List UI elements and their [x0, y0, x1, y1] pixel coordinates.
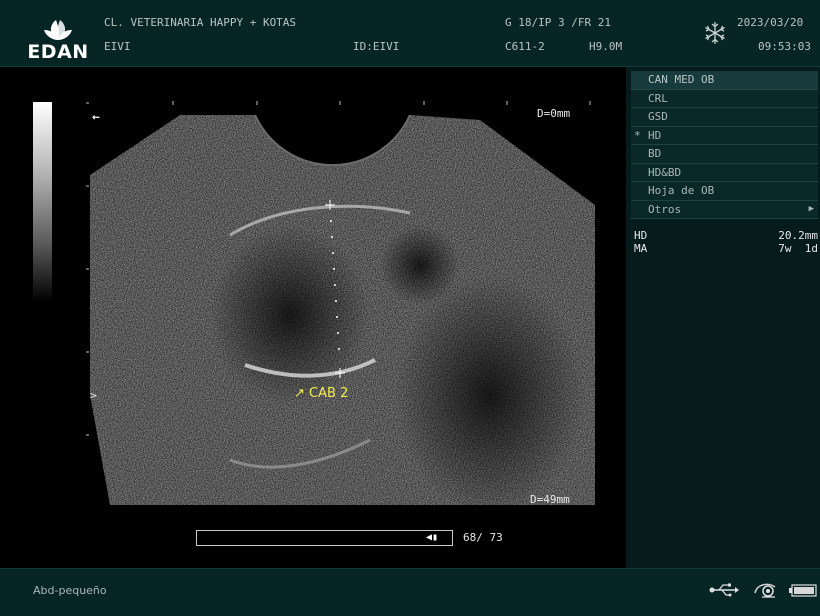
cine-progress-bar[interactable]: ◀▮	[196, 530, 453, 546]
menu-item-crl[interactable]: CRL	[631, 89, 818, 108]
gain-info: G 18/IP 3 /FR 21	[505, 16, 611, 29]
status-bar: Abd-pequeño	[0, 568, 820, 616]
pointer-arrow-icon: ←	[92, 110, 100, 125]
printer-icon	[753, 581, 779, 602]
menu-item-hd-bd[interactable]: HD&BD	[631, 163, 818, 182]
selected-marker: *	[634, 128, 641, 142]
submenu-arrow-icon: ▶	[808, 203, 814, 214]
measurement-value: 20.2mm	[778, 229, 818, 242]
focus-marker: >	[90, 389, 97, 402]
menu-item-bd[interactable]: BD	[631, 145, 818, 164]
exam-preset: Abd-pequeño	[33, 584, 107, 597]
exam-time: 09:53:03	[758, 40, 811, 53]
measurement-name: HD	[634, 229, 648, 242]
menu-item-hd[interactable]: * HD	[631, 126, 818, 145]
patient-name: EIVI	[104, 40, 131, 53]
annotation-arrow-icon: ↗	[294, 386, 305, 401]
menu-item-label: HD	[648, 128, 662, 142]
cine-frame-counter: 68/ 73	[463, 531, 503, 544]
probe-model: C611-2	[505, 40, 545, 53]
menu-item-otros[interactable]: Otros ▶	[631, 200, 818, 219]
menu-title: CAN MED OB	[631, 71, 818, 90]
menu-item-label: CRL	[648, 91, 668, 105]
battery-icon	[789, 584, 817, 600]
patient-id: ID:EIVI	[353, 40, 400, 53]
menu-item-label: BD	[648, 147, 662, 160]
image-annotation[interactable]: ↗ CAB 2	[294, 386, 348, 401]
grayscale-bar	[33, 102, 52, 302]
clinic-name: CL. VETERINARIA HAPPY + KOTAS	[104, 16, 297, 29]
measurement-name: MA	[634, 242, 648, 255]
menu-item-label: Otros	[648, 202, 682, 216]
cine-review-icon[interactable]: ◀▮	[426, 532, 438, 543]
top-info-bar: EDAN CL. VETERINARIA HAPPY + KOTAS EIVI …	[0, 0, 820, 67]
frequency: H9.0M	[589, 40, 623, 53]
menu-item-ob-sheet[interactable]: Hoja de OB	[631, 182, 818, 201]
measurement-value: 7w 1d	[778, 242, 818, 255]
edan-logo: EDAN	[22, 18, 94, 63]
annotation-label: CAB 2	[309, 386, 349, 401]
menu-item-label: HD&BD	[648, 165, 682, 179]
depth-top-label: D=0mm	[537, 107, 571, 120]
menu-item-gsd[interactable]: GSD	[631, 108, 818, 127]
menu-item-label: GSD	[648, 110, 668, 123]
usb-icon	[708, 583, 740, 600]
ultrasound-image[interactable]	[80, 95, 620, 525]
depth-bottom-label: D=49mm	[530, 493, 570, 506]
exam-date: 2023/03/20	[737, 16, 804, 29]
ob-measurement-menu: CAN MED OB CRL GSD * HD BD HD&BD Hoja de …	[631, 71, 818, 219]
menu-item-label: Hoja de OB	[648, 184, 715, 197]
snowflake-icon[interactable]	[703, 21, 727, 45]
brand-name: EDAN	[27, 41, 89, 63]
